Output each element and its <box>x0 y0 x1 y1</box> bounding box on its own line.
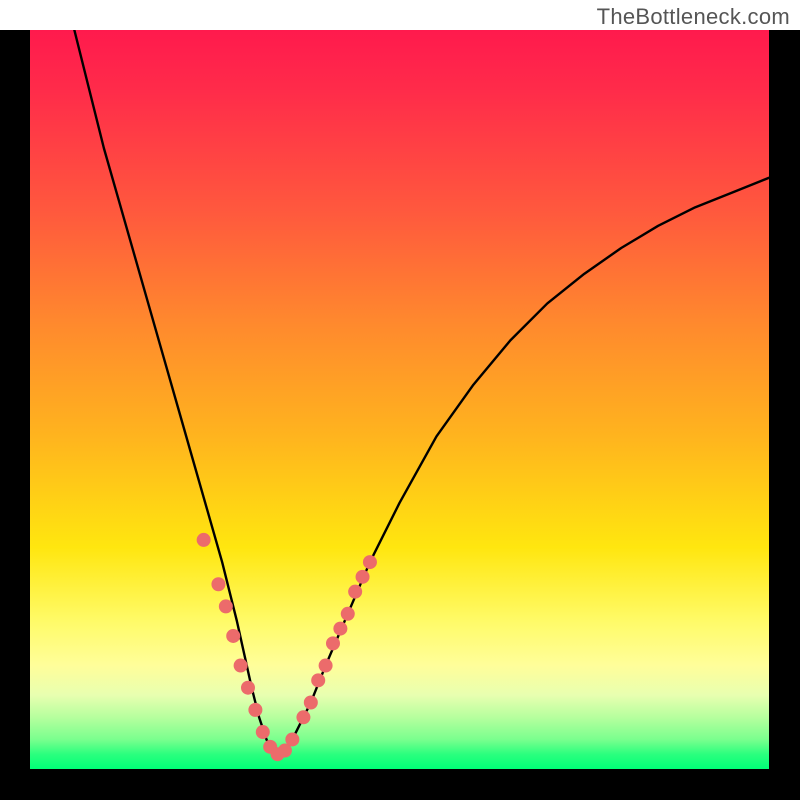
curve-dot <box>211 577 225 591</box>
curve-dot <box>348 585 362 599</box>
watermark-text: TheBottleneck.com <box>597 4 790 30</box>
chart-plot-area <box>30 30 769 769</box>
curve-dot <box>256 725 270 739</box>
curve-dot <box>226 629 240 643</box>
curve-dot <box>219 599 233 613</box>
bottleneck-curve-path <box>74 30 769 754</box>
curve-dot <box>241 681 255 695</box>
curve-dot <box>197 533 211 547</box>
curve-dot <box>341 607 355 621</box>
bottleneck-curve <box>74 30 769 754</box>
chart-svg-overlay <box>30 30 769 769</box>
curve-dot <box>356 570 370 584</box>
curve-dot <box>304 695 318 709</box>
curve-dot <box>326 636 340 650</box>
curve-dot <box>234 659 248 673</box>
curve-dot <box>248 703 262 717</box>
chart-frame <box>0 30 800 800</box>
curve-dot <box>333 622 347 636</box>
curve-dot <box>296 710 310 724</box>
curve-dot <box>311 673 325 687</box>
curve-dot <box>285 732 299 746</box>
curve-dot <box>319 659 333 673</box>
curve-dot <box>363 555 377 569</box>
